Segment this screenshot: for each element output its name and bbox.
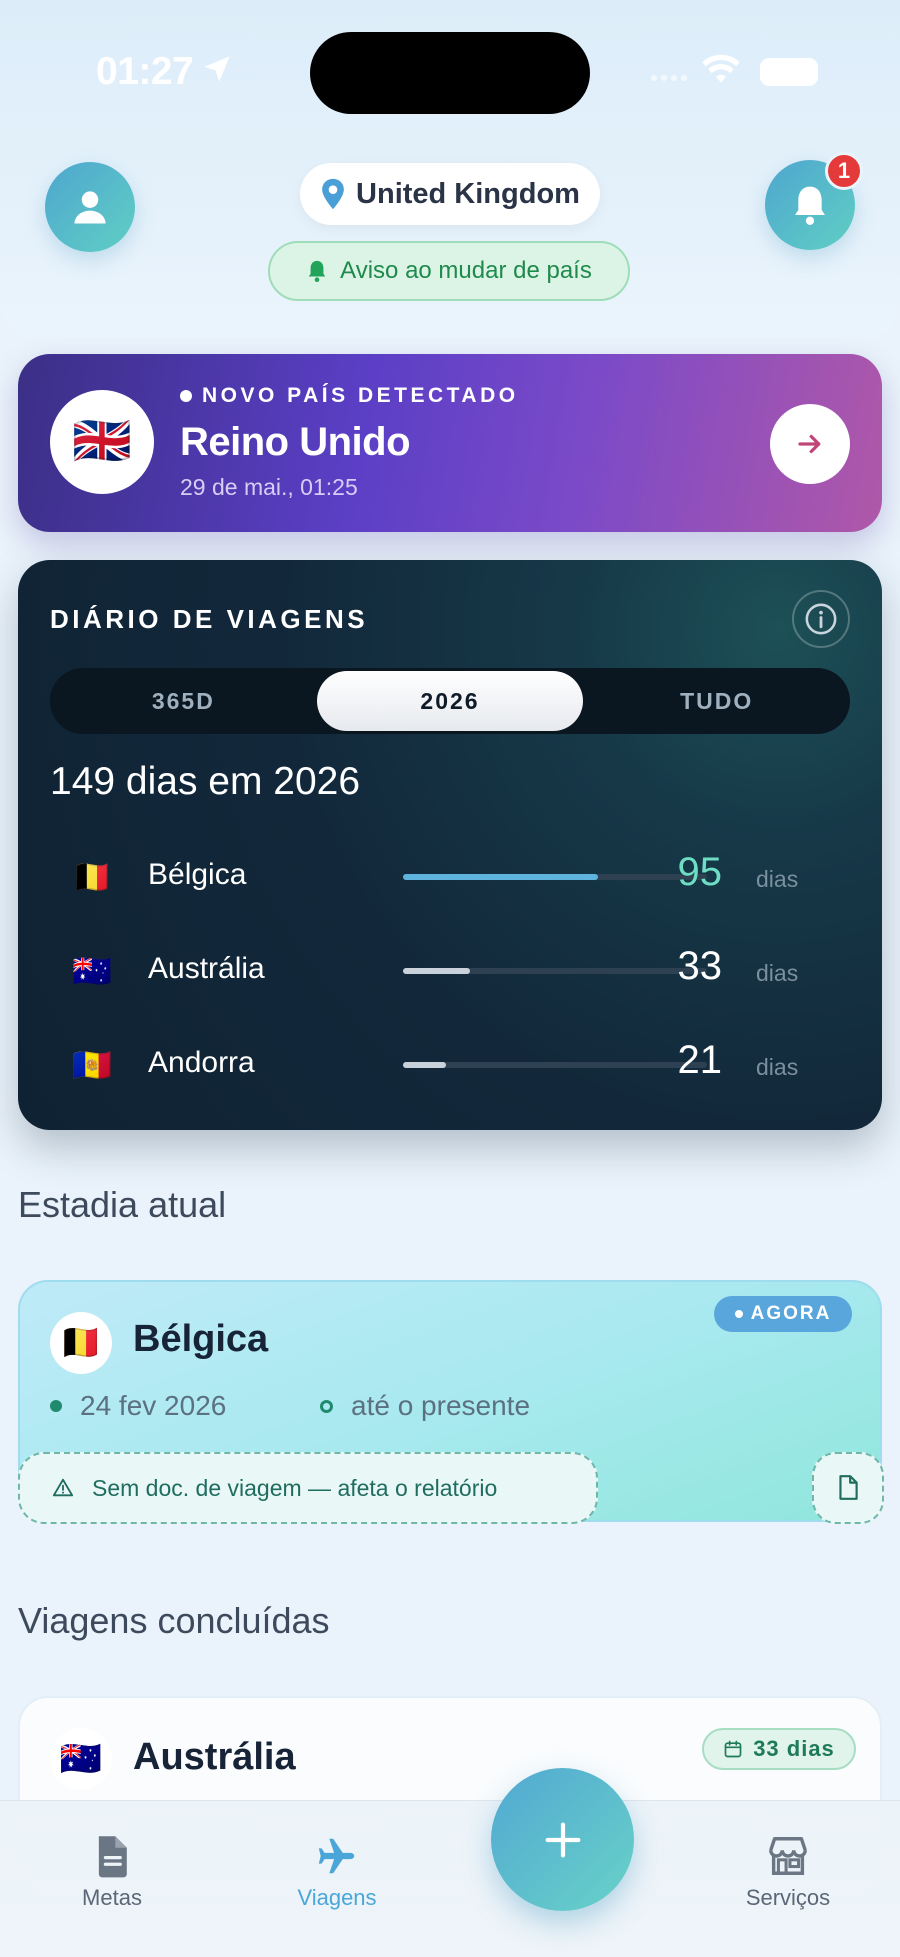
notification-count-badge: 1: [825, 152, 863, 190]
end-dot: [320, 1399, 333, 1413]
add-trip-button[interactable]: [491, 1768, 634, 1911]
info-icon: [805, 603, 837, 635]
location-arrow-icon: [204, 56, 230, 82]
new-country-name: Reino Unido: [180, 420, 411, 464]
missing-document-warning[interactable]: Sem doc. de viagem — afeta o relatório: [18, 1452, 598, 1524]
diary-progress-track: [403, 1062, 707, 1068]
belgium-flag: 🇧🇪: [72, 859, 112, 895]
diary-days-count: 33: [677, 944, 723, 988]
new-country-timestamp: 29 de mai., 01:25: [180, 474, 358, 500]
tab-all[interactable]: TUDO: [583, 668, 850, 734]
diary-days-unit: dias: [756, 866, 799, 892]
warning-triangle-icon: [52, 1478, 74, 1497]
country-change-alert-toggle[interactable]: Aviso ao mudar de país: [268, 241, 630, 301]
tab-servicos[interactable]: Serviços: [708, 1833, 868, 1911]
airplane-icon: [318, 1838, 355, 1874]
store-icon: [769, 1837, 807, 1875]
trip-days-badge: 33 dias: [702, 1728, 856, 1770]
current-stay-card[interactable]: 🇧🇪 Bélgica AGORA 24 fev 2026 até o prese…: [18, 1280, 884, 1524]
diary-progress-fill: [403, 1062, 446, 1068]
country-change-alert-label: Aviso ao mudar de país: [340, 257, 592, 284]
now-badge-label: AGORA: [750, 1303, 832, 1324]
belgium-flag-emoji: 🇧🇪: [59, 1324, 103, 1362]
document-icon: [98, 1836, 127, 1878]
completed-trips-heading: Viagens concluídas: [18, 1600, 330, 1641]
australia-flag-emoji: 🇦🇺: [59, 1740, 103, 1778]
dynamic-island: [310, 32, 590, 114]
diary-days-count: 95: [677, 850, 723, 894]
attach-document-button[interactable]: [812, 1452, 884, 1524]
new-country-label-text: NOVO PAÍS DETECTADO: [202, 384, 519, 407]
plus-icon: [545, 1822, 580, 1857]
tab-viagens-label: Viagens: [297, 1885, 377, 1910]
travel-diary-title: DIÁRIO DE VIAGENS: [50, 604, 369, 634]
start-dot: [50, 1400, 62, 1412]
belgium-flag: 🇧🇪: [50, 1312, 112, 1374]
stay-end-date-text: até o presente: [351, 1390, 531, 1421]
missing-document-text: Sem doc. de viagem — afeta o relatório: [92, 1474, 498, 1501]
diary-total-days: 149 dias em 2026: [50, 760, 361, 803]
new-country-banner[interactable]: 🇬🇧 NOVO PAÍS DETECTADO Reino Unido 29 de…: [18, 354, 882, 532]
diary-country-name: Austrália: [148, 952, 265, 985]
profile-button[interactable]: [45, 162, 135, 252]
cellular-signal-icon: [651, 75, 687, 81]
stay-start-date-text: 24 fev 2026: [80, 1390, 227, 1421]
open-new-country-button[interactable]: [770, 404, 850, 484]
current-stay-heading: Estadia atual: [18, 1184, 227, 1225]
status-bar: 01:27: [0, 0, 900, 140]
diary-country-name: Andorra: [148, 1046, 255, 1079]
info-button[interactable]: [792, 590, 850, 648]
now-dot: [734, 1310, 743, 1318]
stay-end-date: até o presente: [320, 1390, 530, 1422]
new-country-label: NOVO PAÍS DETECTADO: [180, 384, 519, 408]
uk-flag-emoji: 🇬🇧: [72, 415, 132, 468]
diary-progress-track: [403, 874, 707, 880]
tab-servicos-label: Serviços: [745, 1885, 831, 1910]
map-pin-icon: [322, 178, 344, 210]
diary-days-count: 21: [677, 1038, 723, 1082]
australia-flag: 🇦🇺: [50, 1728, 112, 1790]
current-country-pill[interactable]: United Kingdom: [300, 163, 600, 225]
stay-start-date: 24 fev 2026: [50, 1390, 226, 1422]
diary-row-belgium[interactable]: 🇧🇪 Bélgica 95 dias: [50, 846, 850, 906]
diary-progress-fill: [403, 968, 470, 974]
user-icon: [74, 191, 106, 224]
diary-days-unit: dias: [756, 960, 799, 986]
diary-country-name: Bélgica: [148, 858, 247, 891]
now-badge: AGORA: [714, 1296, 852, 1332]
status-time: 01:27: [96, 50, 194, 93]
travel-diary-card: DIÁRIO DE VIAGENS 365D 2026 TUDO 149 dia…: [18, 560, 882, 1130]
tab-metas-label: Metas: [82, 1885, 142, 1910]
period-segmented-control: 365D 2026 TUDO: [50, 668, 850, 734]
wifi-icon: [702, 54, 740, 83]
diary-row-australia[interactable]: 🇦🇺 Austrália 33 dias: [50, 940, 850, 1000]
tab-2026[interactable]: 2026: [316, 671, 584, 731]
live-dot: [180, 390, 192, 402]
uk-flag: 🇬🇧: [50, 390, 154, 494]
trip-country-name: Austrália: [133, 1736, 296, 1778]
arrow-right-icon: [798, 434, 821, 454]
trip-days-text: 33 dias: [753, 1736, 835, 1761]
australia-flag: 🇦🇺: [72, 953, 112, 989]
calendar-icon: [724, 1740, 742, 1758]
diary-days-unit: dias: [756, 1054, 799, 1080]
stay-country-name: Bélgica: [133, 1318, 269, 1360]
tab-365d[interactable]: 365D: [50, 668, 317, 734]
current-country-label: United Kingdom: [356, 177, 580, 210]
document-icon: [839, 1475, 858, 1500]
diary-row-andorra[interactable]: 🇦🇩 Andorra 21 dias: [50, 1034, 850, 1094]
battery-icon: [760, 58, 818, 86]
tab-metas[interactable]: Metas: [32, 1833, 192, 1911]
bell-icon: [308, 260, 326, 282]
andorra-flag: 🇦🇩: [72, 1047, 112, 1083]
bottom-tab-bar: Metas Viagens Serviços: [0, 1800, 900, 1957]
bell-icon: [795, 186, 825, 225]
diary-progress-fill: [403, 874, 598, 880]
diary-progress-track: [403, 968, 707, 974]
tab-viagens[interactable]: Viagens: [257, 1833, 417, 1911]
